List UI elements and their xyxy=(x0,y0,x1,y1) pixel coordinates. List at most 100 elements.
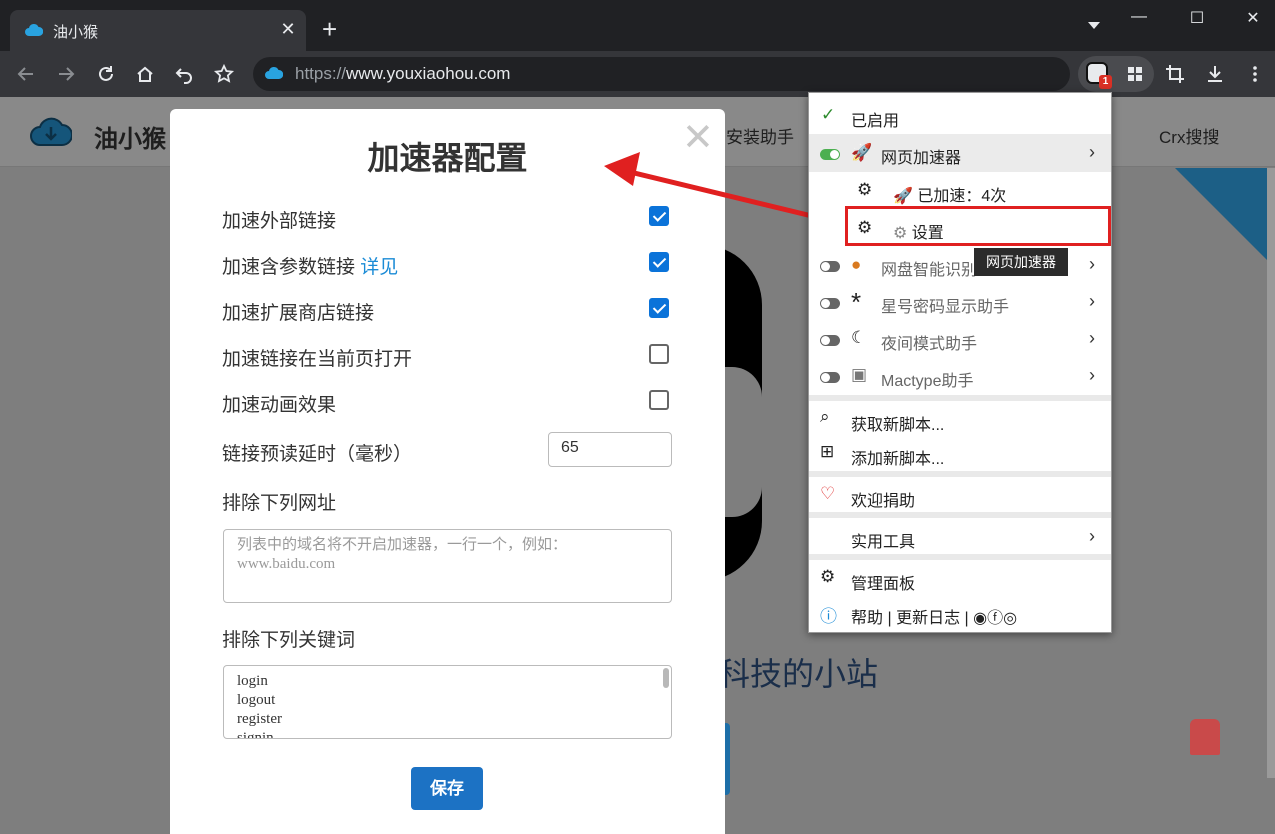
exclude-urls-placeholder: 列表中的域名将不开启加速器，一行一个，例如： www.baidu.com xyxy=(237,537,568,572)
modal-title: 加速器配置 xyxy=(367,140,528,176)
address-bar[interactable]: https://www.youxiaohou.com xyxy=(253,57,1070,91)
tab-close-icon[interactable]: ✕ xyxy=(278,19,298,41)
url-text: https://www.youxiaohou.com xyxy=(295,64,511,83)
github-corner[interactable] xyxy=(1175,168,1275,268)
netdisk-icon: ● xyxy=(851,255,862,274)
chevron-right-icon: › xyxy=(1089,291,1095,311)
download-icon[interactable] xyxy=(1204,63,1226,85)
textarea-scrollbar[interactable] xyxy=(663,668,669,688)
menu-enabled[interactable]: ✓ 已启用 xyxy=(809,97,1111,133)
exclude-keywords-value: login logout register signin xyxy=(237,673,282,739)
menu-add-new-script[interactable]: ⊞ 添加新脚本... xyxy=(809,435,1111,471)
page-scrollbar[interactable] xyxy=(1267,168,1275,778)
more-menu-icon[interactable] xyxy=(1244,63,1266,85)
option-label-store-links: 加速扩展商店链接 xyxy=(222,303,375,324)
close-window-button[interactable]: ✕ xyxy=(1238,8,1268,28)
checkbox-param-links[interactable] xyxy=(649,252,669,272)
menu-dashboard[interactable]: ⚙ 管理面板 xyxy=(809,560,1111,596)
plus-box-icon: ⊞ xyxy=(820,442,835,461)
menu-accelerated-count[interactable]: ⚙ 🚀 已加速：4次 xyxy=(809,172,1111,209)
gift-icon[interactable] xyxy=(1190,719,1220,755)
checkbox-external-links[interactable] xyxy=(649,206,669,226)
info-icon: ⓘ xyxy=(820,607,837,626)
check-icon: ✓ xyxy=(821,105,836,124)
menu-script-password[interactable]: * 星号密码显示助手 › xyxy=(809,283,1111,320)
cloud-favicon-icon xyxy=(25,23,43,36)
tampermonkey-menu: ✓ 已启用 🚀 网页加速器 › ⚙ 🚀 已加速：4次 ⚙ ⚙ 设置 ● 网盘智能… xyxy=(808,92,1112,633)
menu-tools[interactable]: 实用工具 › xyxy=(809,518,1111,555)
facebook-icon[interactable]: ⓕ xyxy=(987,610,1003,627)
exclude-urls-label: 排除下列网址 xyxy=(222,493,337,514)
tab-title: 油小猴 xyxy=(53,24,99,41)
save-button[interactable]: 保存 xyxy=(411,767,483,810)
gear-icon: ⚙ xyxy=(820,567,836,586)
new-tab-button[interactable]: + xyxy=(322,16,337,42)
menu-get-new-scripts[interactable]: ⌕ 获取新脚本... xyxy=(809,401,1111,435)
nav-crx-search[interactable]: Crx搜搜 xyxy=(1159,123,1219,148)
reload-icon[interactable] xyxy=(95,63,117,85)
tab-search-icon[interactable] xyxy=(1088,22,1100,29)
checkbox-animation[interactable] xyxy=(649,390,669,410)
exclude-keywords-textarea[interactable]: login logout register signin xyxy=(223,665,672,739)
menu-script-night-mode[interactable]: ☾ 夜间模式助手 › xyxy=(809,320,1111,357)
option-label-animation: 加速动画效果 xyxy=(222,395,337,416)
browser-tab-bar: 油小猴 ✕ + — ☐ ✕ xyxy=(0,0,1275,51)
heart-icon: ♡ xyxy=(820,484,836,503)
browser-tab[interactable]: 油小猴 ✕ xyxy=(10,10,306,51)
changelog-link[interactable]: 更新日志 xyxy=(896,610,960,627)
back-icon[interactable] xyxy=(15,63,37,85)
chevron-right-icon: › xyxy=(1089,328,1095,348)
menu-donate[interactable]: ♡ 欢迎捐助 xyxy=(809,477,1111,513)
accelerator-config-modal: ✕ 加速器配置 加速外部链接 加速含参数链接 详见 加速扩展商店链接 加速链接在… xyxy=(170,109,725,834)
menu-help-row: ⓘ 帮助 | 更新日志 | ◉ⓕ◎ xyxy=(809,596,1111,630)
asterisk-icon: * xyxy=(851,287,862,317)
toggle-switch[interactable] xyxy=(820,261,840,272)
search-icon: ⌕ xyxy=(820,407,830,426)
crop-icon[interactable] xyxy=(1164,63,1186,85)
option-label-open-current-page: 加速链接在当前页打开 xyxy=(222,349,413,370)
extensions-grid-icon[interactable] xyxy=(1127,66,1143,82)
cloud-favicon-icon xyxy=(265,66,283,79)
chevron-right-icon: › xyxy=(1089,526,1095,546)
help-link[interactable]: 帮助 xyxy=(851,610,883,627)
chevron-right-icon: › xyxy=(1089,142,1095,162)
home-icon[interactable] xyxy=(134,63,156,85)
forward-icon[interactable] xyxy=(55,63,77,85)
site-logo-icon[interactable] xyxy=(30,115,72,149)
chevron-right-icon: › xyxy=(1089,254,1095,274)
chevron-right-icon: › xyxy=(1089,365,1095,385)
details-link[interactable]: 详见 xyxy=(360,257,398,278)
toggle-switch[interactable] xyxy=(820,372,840,383)
exclude-urls-textarea[interactable]: 列表中的域名将不开启加速器，一行一个，例如： www.baidu.com xyxy=(223,529,672,603)
tooltip: 网页加速器 xyxy=(974,248,1068,276)
site-name[interactable]: 油小猴 xyxy=(94,119,166,154)
toggle-switch[interactable] xyxy=(820,335,840,346)
rocket-icon: 🚀 xyxy=(851,143,873,162)
menu-script-accelerator[interactable]: 🚀 网页加速器 › xyxy=(809,134,1111,172)
settings-highlight-box xyxy=(845,206,1111,246)
delay-label: 链接预读延时（毫秒） xyxy=(222,444,413,465)
minimize-button[interactable]: — xyxy=(1124,8,1154,26)
undo-icon[interactable] xyxy=(173,63,195,85)
toggle-switch[interactable] xyxy=(820,149,840,160)
moon-icon: ☾ xyxy=(851,328,867,347)
bookmark-star-icon[interactable] xyxy=(213,63,235,85)
delay-input[interactable]: 65 xyxy=(548,432,672,467)
option-label-external-links: 加速外部链接 xyxy=(222,211,337,232)
github-icon[interactable]: ◉ xyxy=(973,610,987,627)
monitor-icon: ▣ xyxy=(851,365,868,384)
option-label-param-links: 加速含参数链接 详见 xyxy=(222,257,399,278)
browser-toolbar: https://www.youxiaohou.com 1 xyxy=(0,51,1275,97)
hero-headline: 科技的小站 xyxy=(718,656,879,692)
toggle-switch[interactable] xyxy=(820,298,840,309)
instagram-icon[interactable]: ◎ xyxy=(1003,610,1017,627)
gear-icon: ⚙ xyxy=(857,180,873,199)
extension-badge: 1 xyxy=(1099,75,1112,89)
checkbox-open-current-page[interactable] xyxy=(649,344,669,364)
maximize-button[interactable]: ☐ xyxy=(1182,8,1212,28)
checkbox-store-links[interactable] xyxy=(649,298,669,318)
menu-script-mactype[interactable]: ▣ Mactype助手 › xyxy=(809,357,1111,394)
extensions-group: 1 xyxy=(1078,56,1154,92)
exclude-keywords-label: 排除下列关键词 xyxy=(222,630,356,651)
nav-install-helper[interactable]: 安装助手 xyxy=(726,123,794,148)
